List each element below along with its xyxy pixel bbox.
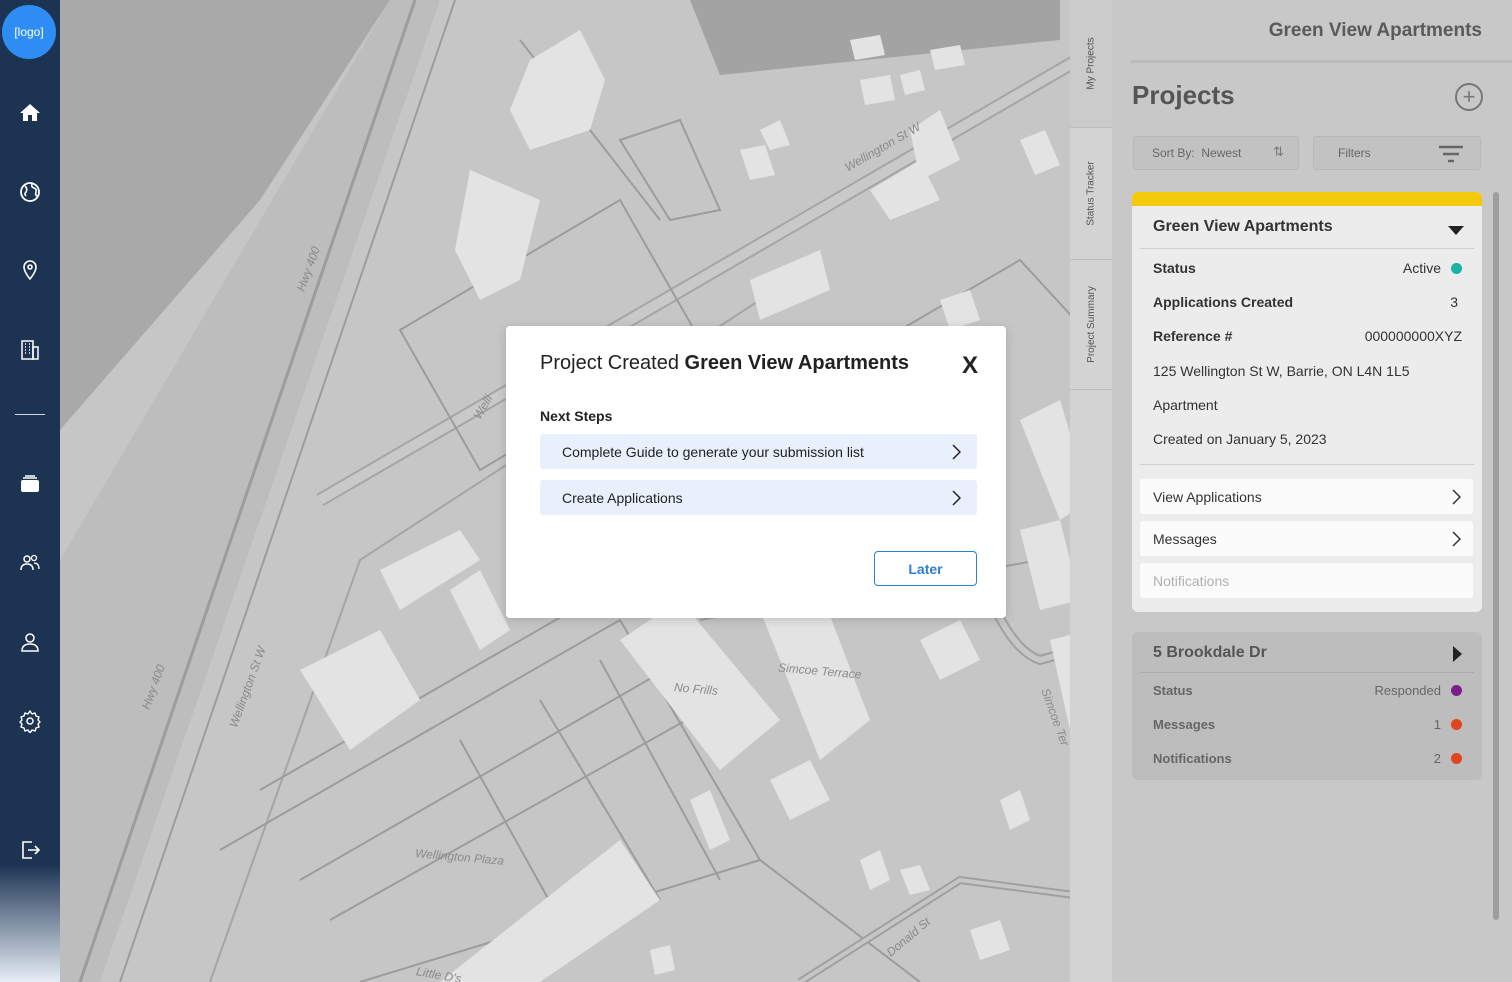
reference-row: Reference # 000000000XYZ bbox=[1153, 328, 1462, 344]
messages-row: Messages 1 bbox=[1153, 717, 1462, 732]
logo[interactable]: [logo] bbox=[2, 5, 56, 59]
messages-link[interactable]: Messages bbox=[1140, 521, 1473, 556]
location-pin-icon[interactable] bbox=[15, 256, 45, 286]
gear-icon[interactable] bbox=[15, 706, 45, 736]
project-card-green-view: Green View Apartments Status Active Appl… bbox=[1132, 192, 1482, 612]
divider bbox=[1130, 60, 1512, 63]
chevron-right-icon bbox=[1452, 531, 1461, 547]
modal-title: Project Created Green View Apartments bbox=[540, 352, 910, 374]
divider bbox=[1140, 248, 1474, 249]
sort-label: Sort By: bbox=[1152, 146, 1195, 160]
project-title: Green View Apartments bbox=[1153, 218, 1333, 235]
filters-label: Filters bbox=[1338, 146, 1371, 160]
project-created-modal: Project Created Green View Apartments X … bbox=[506, 326, 1006, 618]
caret-down-icon[interactable] bbox=[1448, 226, 1464, 235]
later-button[interactable]: Later bbox=[874, 551, 977, 586]
caret-right-icon[interactable] bbox=[1453, 646, 1462, 662]
divider bbox=[1140, 672, 1474, 673]
globe-icon[interactable] bbox=[15, 177, 45, 207]
modal-subtitle: Next Steps bbox=[540, 408, 613, 424]
panel-scrollbar[interactable] bbox=[1493, 192, 1499, 920]
notifications-row: Notifications 2 bbox=[1153, 751, 1462, 766]
plus-icon: + bbox=[1462, 84, 1476, 109]
modal-project-name: Green View Apartments bbox=[684, 352, 910, 374]
status-dot bbox=[1451, 262, 1462, 274]
side-tabs: My Projects Status Tracker Project Summa… bbox=[1070, 0, 1112, 982]
step-complete-guide[interactable]: Complete Guide to generate your submissi… bbox=[540, 434, 977, 469]
tab-my-projects[interactable]: My Projects bbox=[1070, 0, 1112, 128]
sort-dropdown[interactable]: Sort By: Newest ⇅ bbox=[1133, 136, 1299, 170]
applications-row: Applications Created 3 bbox=[1153, 294, 1458, 310]
view-applications-link[interactable]: View Applications bbox=[1140, 479, 1473, 514]
project-address: 125 Wellington St W, Barrie, ON L4N 1L5 bbox=[1153, 363, 1410, 379]
status-dot bbox=[1451, 685, 1462, 696]
step-create-applications[interactable]: Create Applications bbox=[540, 480, 977, 515]
project-card-brookdale[interactable]: 5 Brookdale Dr Status Responded Messages… bbox=[1132, 632, 1482, 780]
filter-icon bbox=[1439, 145, 1463, 163]
divider bbox=[1140, 464, 1474, 465]
nav-divider bbox=[15, 414, 45, 415]
filters-dropdown[interactable]: Filters bbox=[1313, 136, 1481, 170]
tab-status-tracker[interactable]: Status Tracker bbox=[1070, 128, 1112, 260]
add-project-button[interactable]: + bbox=[1455, 83, 1483, 111]
alert-dot bbox=[1451, 719, 1462, 730]
sort-value: Newest bbox=[1201, 146, 1242, 160]
alert-dot bbox=[1451, 753, 1462, 764]
status-row: Status Active bbox=[1153, 260, 1462, 276]
home-icon[interactable] bbox=[15, 98, 45, 128]
status-row: Status Responded bbox=[1153, 683, 1462, 698]
sort-arrows-icon: ⇅ bbox=[1273, 144, 1284, 159]
project-type: Apartment bbox=[1153, 397, 1218, 413]
status-value: Active bbox=[1402, 260, 1441, 276]
user-icon[interactable] bbox=[15, 627, 45, 657]
card-accent-bar bbox=[1132, 192, 1482, 206]
page-title: Projects bbox=[1132, 80, 1235, 110]
logout-icon[interactable] bbox=[15, 835, 45, 865]
left-nav: [logo] bbox=[0, 0, 60, 982]
tab-project-summary[interactable]: Project Summary bbox=[1070, 260, 1112, 390]
notifications-link[interactable]: Notifications bbox=[1140, 563, 1473, 598]
close-icon[interactable]: X bbox=[962, 354, 978, 378]
chevron-right-icon bbox=[1452, 489, 1461, 505]
status-value: Responded bbox=[1374, 683, 1442, 698]
projects-panel: Green View Apartments Projects + Sort By… bbox=[1112, 0, 1512, 982]
panel-app-title: Green View Apartments bbox=[1268, 20, 1482, 41]
users-icon[interactable] bbox=[15, 548, 45, 578]
chevron-right-icon bbox=[952, 444, 961, 460]
chevron-right-icon bbox=[952, 490, 961, 506]
project-title: 5 Brookdale Dr bbox=[1153, 644, 1267, 661]
building-icon[interactable] bbox=[15, 335, 45, 365]
folder-stack-icon[interactable] bbox=[15, 469, 45, 499]
created-date: Created on January 5, 2023 bbox=[1153, 431, 1327, 447]
